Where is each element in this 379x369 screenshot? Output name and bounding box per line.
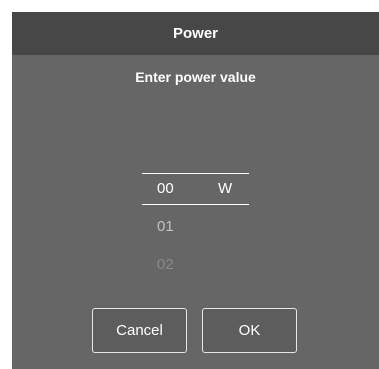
picker-option-01[interactable]: 01 <box>157 218 174 235</box>
picker-option-02[interactable]: 02 <box>157 256 174 273</box>
picker-selected-value[interactable]: 00 <box>157 180 174 197</box>
prompt-text: Enter power value <box>135 69 256 85</box>
picker-divider-bottom <box>142 204 249 205</box>
cancel-button[interactable]: Cancel <box>92 308 187 353</box>
picker-unit: W <box>218 180 233 197</box>
ok-button[interactable]: OK <box>202 308 297 353</box>
dialog-title: Power <box>12 12 379 55</box>
dialog-title-text: Power <box>172 25 218 42</box>
picker-divider-top <box>142 173 249 174</box>
power-dialog: Power Enter power value 00 W 01 02 Cance… <box>12 12 379 369</box>
